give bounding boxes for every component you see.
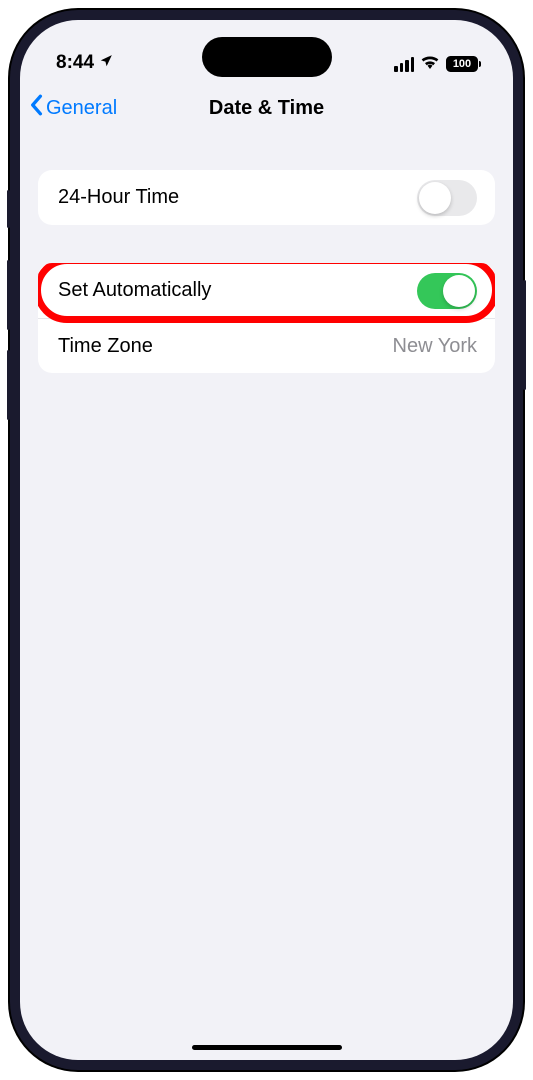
back-label: General (46, 97, 117, 120)
twentyfour-hour-label: 24-Hour Time (58, 186, 179, 209)
cellular-signal-icon (394, 57, 414, 72)
phone-screen: 8:44 100 (20, 20, 513, 1060)
status-time-container: 8:44 (56, 52, 113, 74)
twentyfour-hour-toggle[interactable] (417, 180, 477, 216)
content-area: 24-Hour Time Set Automatically (20, 138, 513, 373)
chevron-left-icon (28, 94, 44, 122)
settings-group-auto: Set Automatically Time Zone New York (38, 263, 495, 373)
toggle-knob (443, 275, 475, 307)
settings-group-auto-wrapper: Set Automatically Time Zone New York (38, 263, 495, 373)
page-title: Date & Time (209, 97, 324, 120)
status-time: 8:44 (56, 52, 94, 74)
home-indicator[interactable] (192, 1045, 342, 1050)
battery-indicator: 100 (446, 56, 481, 72)
twentyfour-hour-row[interactable]: 24-Hour Time (38, 170, 495, 225)
location-icon (99, 54, 113, 71)
toggle-knob (419, 182, 451, 214)
volume-down-button (7, 350, 10, 420)
battery-level: 100 (453, 58, 471, 70)
timezone-value: New York (393, 335, 478, 358)
set-automatically-label: Set Automatically (58, 279, 211, 302)
timezone-label: Time Zone (58, 335, 153, 358)
settings-group-time-format: 24-Hour Time (38, 170, 495, 225)
phone-frame: 8:44 100 (10, 10, 523, 1070)
dynamic-island (202, 37, 332, 77)
status-indicators: 100 (394, 54, 481, 74)
timezone-row[interactable]: Time Zone New York (38, 318, 495, 373)
back-button[interactable]: General (28, 94, 117, 122)
set-automatically-row[interactable]: Set Automatically (38, 263, 495, 318)
silent-switch (7, 190, 10, 228)
set-automatically-toggle[interactable] (417, 273, 477, 309)
navigation-bar: General Date & Time (20, 78, 513, 138)
wifi-icon (420, 54, 440, 74)
volume-up-button (7, 260, 10, 330)
power-button (523, 280, 526, 390)
